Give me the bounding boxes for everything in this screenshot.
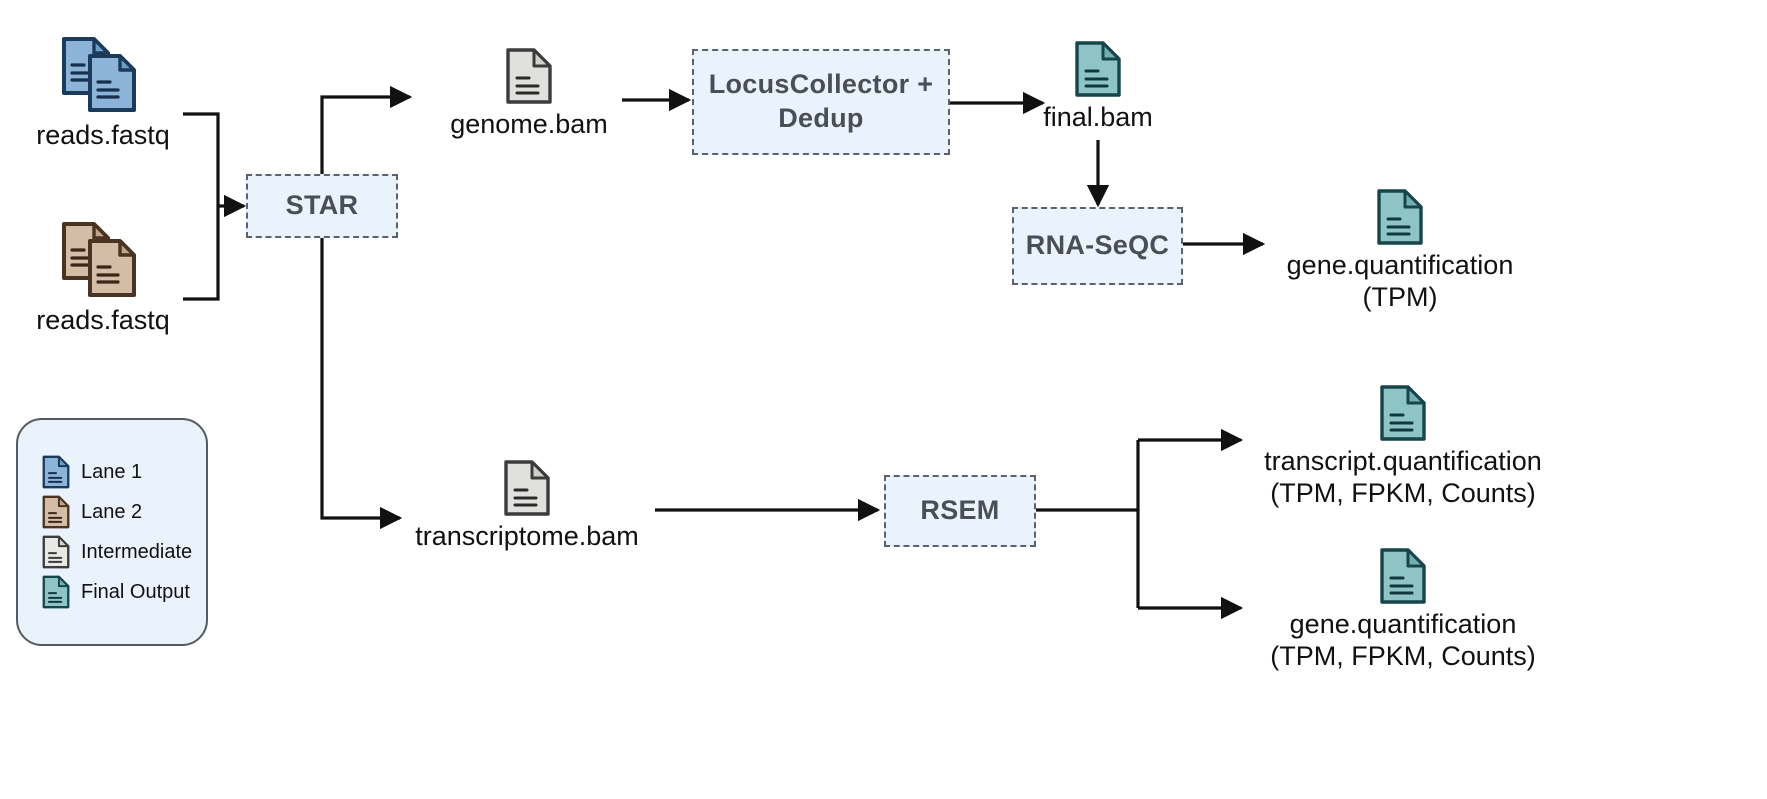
file-label: reads.fastq	[36, 305, 170, 335]
file-label: final.bam	[1043, 102, 1153, 132]
lane2-file-stack-icon	[60, 219, 146, 301]
process-box-star[interactable]: STAR	[246, 174, 398, 238]
intermediate-file-icon	[503, 459, 551, 517]
legend-label: Final Output	[81, 580, 190, 603]
legend-item-final-output: Final Output	[18, 572, 206, 612]
file-node-gene-quantification-tpm[interactable]: gene.quantification (TPM)	[1270, 188, 1530, 314]
legend-item-intermediate: Intermediate	[18, 532, 206, 572]
final-output-file-icon	[42, 575, 70, 609]
process-box-rsem[interactable]: RSEM	[884, 475, 1036, 547]
legend-item-lane2: Lane 2	[18, 492, 206, 532]
process-box-locuscollector-dedup[interactable]: LocusCollector + Dedup	[692, 49, 950, 155]
file-node-genome-bam[interactable]: genome.bam	[436, 47, 622, 141]
intermediate-file-icon	[505, 47, 553, 105]
file-label: reads.fastq	[36, 120, 170, 150]
process-box-rna-seqc[interactable]: RNA-SeQC	[1012, 207, 1183, 285]
file-node-reads-lane1[interactable]: reads.fastq	[28, 34, 178, 152]
final-output-file-icon	[1376, 188, 1424, 246]
edge-star-to-genome-bam	[320, 85, 413, 176]
file-node-final-bam[interactable]: final.bam	[1005, 40, 1191, 134]
file-node-reads-lane2[interactable]: reads.fastq	[28, 219, 178, 337]
lane1-file-icon	[42, 455, 70, 489]
process-label: RNA-SeQC	[1025, 230, 1170, 261]
legend-label: Lane 1	[81, 460, 143, 483]
legend-label: Lane 2	[81, 500, 143, 523]
edge-lane1-to-star	[183, 112, 220, 206]
process-label: STAR	[285, 190, 359, 221]
edge-star-to-transcriptome-bam	[320, 238, 403, 530]
process-label: LocusCollector + Dedup	[708, 69, 934, 133]
legend-label: Intermediate	[81, 540, 193, 563]
final-output-file-icon	[1379, 547, 1427, 605]
lane1-file-stack-icon	[60, 34, 146, 116]
file-label: gene.quantification (TPM, FPKM, Counts)	[1270, 609, 1536, 671]
lane2-file-icon	[42, 495, 70, 529]
file-label: genome.bam	[450, 109, 608, 139]
intermediate-file-icon	[42, 535, 70, 569]
final-output-file-icon	[1074, 40, 1122, 98]
file-label: transcript.quantification (TPM, FPKM, Co…	[1264, 446, 1542, 508]
file-label: gene.quantification (TPM)	[1286, 250, 1514, 312]
diagram-canvas: reads.fastq reads.fastq STAR LocusCollec…	[0, 0, 1767, 799]
file-node-transcript-quantification[interactable]: transcript.quantification (TPM, FPKM, Co…	[1253, 384, 1553, 510]
file-node-transcriptome-bam[interactable]: transcriptome.bam	[415, 459, 639, 553]
process-label: RSEM	[920, 495, 1000, 526]
final-output-file-icon	[1379, 384, 1427, 442]
legend-panel: Lane 1 Lane 2 Intermediate Final Output	[16, 418, 208, 646]
file-label: transcriptome.bam	[415, 521, 639, 551]
file-node-gene-quantification-full[interactable]: gene.quantification (TPM, FPKM, Counts)	[1253, 547, 1553, 673]
legend-item-lane1: Lane 1	[18, 452, 206, 492]
edge-lane2-to-star	[183, 206, 220, 301]
